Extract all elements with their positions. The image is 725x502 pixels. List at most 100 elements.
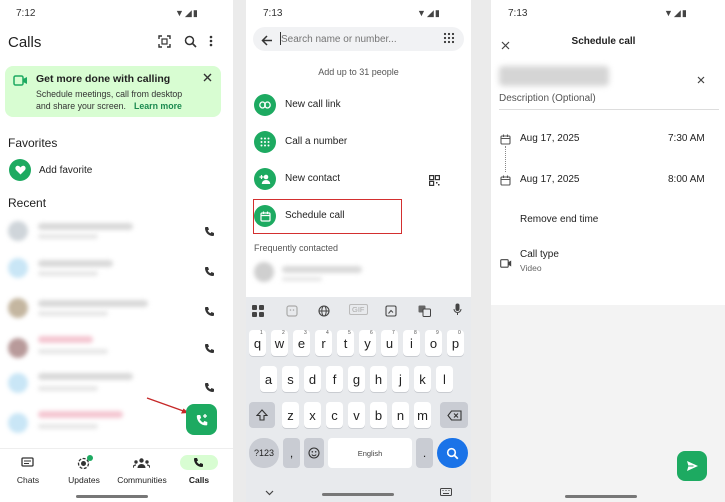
key-z[interactable]: z: [282, 402, 299, 428]
key-v[interactable]: v: [348, 402, 365, 428]
key-n[interactable]: n: [392, 402, 409, 428]
call-type-selector[interactable]: Call type Video: [520, 249, 670, 275]
nav-updates[interactable]: Updates: [62, 455, 106, 489]
search-bar[interactable]: [253, 27, 464, 51]
avatar: [8, 258, 28, 278]
key-w[interactable]: w: [271, 330, 288, 356]
key-x[interactable]: x: [304, 402, 321, 428]
key-j[interactable]: j: [392, 366, 409, 392]
key-m[interactable]: m: [414, 402, 431, 428]
nav-chats[interactable]: Chats: [6, 455, 50, 489]
clear-icon[interactable]: [697, 71, 705, 89]
key-k[interactable]: k: [414, 366, 431, 392]
end-date[interactable]: Aug 17, 2025: [520, 174, 580, 185]
new-call-screen: 7:13 ▼◢▮ Add up to 31 people New call li…: [246, 0, 471, 502]
status-time: 7:12: [16, 8, 36, 19]
back-arrow-icon[interactable]: [261, 33, 273, 51]
dialpad-icon[interactable]: [443, 32, 455, 50]
key-o[interactable]: o: [425, 330, 442, 356]
status-icons: ▼◢▮: [664, 8, 688, 18]
video-icon: [12, 73, 28, 87]
key-y[interactable]: y: [359, 330, 376, 356]
emoji-icon: [308, 447, 320, 459]
phone-call-icon[interactable]: [204, 304, 215, 322]
clipboard-icon[interactable]: [385, 304, 397, 322]
new-call-link-option[interactable]: New call link: [253, 93, 458, 117]
search-icon[interactable]: [183, 34, 197, 48]
globe-icon[interactable]: [318, 304, 330, 322]
key-b[interactable]: b: [370, 402, 387, 428]
search-input[interactable]: [281, 30, 431, 48]
microphone-icon[interactable]: [453, 303, 462, 321]
add-favorite-button[interactable]: Add favorite: [39, 165, 92, 176]
nav-calls[interactable]: Calls: [177, 455, 221, 489]
emoji-key[interactable]: [304, 438, 324, 468]
key-q[interactable]: q: [249, 330, 266, 356]
key-r[interactable]: r: [315, 330, 332, 356]
divider: [499, 109, 719, 110]
key-d[interactable]: d: [304, 366, 321, 392]
home-indicator: [565, 495, 637, 498]
list-item[interactable]: [38, 373, 133, 380]
symbols-key[interactable]: ?123: [249, 438, 279, 468]
new-call-fab[interactable]: [186, 404, 217, 435]
key-e[interactable]: e: [293, 330, 310, 356]
list-item[interactable]: [38, 411, 123, 418]
phone-call-icon[interactable]: [204, 224, 215, 242]
call-a-number-option[interactable]: Call a number: [253, 130, 458, 154]
qr-code-icon[interactable]: [429, 173, 441, 191]
key-i[interactable]: i: [403, 330, 420, 356]
add-up-to-note: Add up to 31 people: [318, 67, 399, 77]
comma-key[interactable]: ,: [283, 438, 300, 468]
list-item[interactable]: [38, 300, 148, 307]
description-field[interactable]: Description (Optional): [499, 93, 596, 104]
keyboard-switch-icon[interactable]: [440, 483, 452, 501]
list-item[interactable]: [282, 266, 362, 273]
send-button[interactable]: [677, 451, 707, 481]
page-title: Schedule call: [571, 36, 636, 47]
learn-more-link[interactable]: Learn more: [134, 101, 182, 111]
shift-key[interactable]: [249, 402, 275, 428]
new-contact-option[interactable]: New contact: [253, 167, 458, 191]
key-l[interactable]: l: [436, 366, 453, 392]
start-date[interactable]: Aug 17, 2025: [520, 133, 580, 144]
more-options-icon[interactable]: [206, 34, 216, 48]
period-key[interactable]: .: [416, 438, 433, 468]
call-type-label: Call type: [520, 249, 559, 260]
phone-call-icon[interactable]: [204, 341, 215, 359]
key-g[interactable]: g: [348, 366, 365, 392]
search-key[interactable]: [437, 438, 468, 468]
key-c[interactable]: c: [326, 402, 343, 428]
end-time[interactable]: 8:00 AM: [668, 174, 705, 185]
avatar: [8, 373, 28, 393]
key-h[interactable]: h: [370, 366, 387, 392]
key-f[interactable]: f: [326, 366, 343, 392]
key-p[interactable]: p: [447, 330, 464, 356]
sticker-icon[interactable]: [286, 304, 298, 322]
space-bar[interactable]: English: [328, 438, 412, 468]
list-item[interactable]: [38, 223, 133, 230]
apps-icon[interactable]: [252, 304, 264, 322]
key-u[interactable]: u: [381, 330, 398, 356]
list-item[interactable]: [38, 260, 113, 267]
link-icon: [254, 94, 276, 116]
call-title-field[interactable]: [499, 66, 609, 86]
remove-end-time-button[interactable]: Remove end time: [520, 214, 598, 225]
qr-scan-icon[interactable]: [157, 34, 171, 48]
close-icon[interactable]: [201, 71, 213, 83]
translate-icon[interactable]: [418, 304, 431, 322]
nav-communities[interactable]: Communities: [114, 455, 170, 489]
key-t[interactable]: t: [337, 330, 354, 356]
add-call-icon: [196, 413, 207, 425]
phone-call-icon[interactable]: [204, 380, 215, 398]
key-a[interactable]: a: [260, 366, 277, 392]
backspace-key[interactable]: [440, 402, 468, 428]
phone-call-icon[interactable]: [204, 264, 215, 282]
start-time[interactable]: 7:30 AM: [668, 133, 705, 144]
schedule-call-option[interactable]: Schedule call: [253, 204, 398, 228]
gif-button[interactable]: GIF: [349, 304, 368, 315]
key-s[interactable]: s: [282, 366, 299, 392]
hide-keyboard-icon[interactable]: [265, 483, 274, 501]
chats-icon: [21, 457, 34, 467]
list-item[interactable]: [38, 336, 93, 343]
